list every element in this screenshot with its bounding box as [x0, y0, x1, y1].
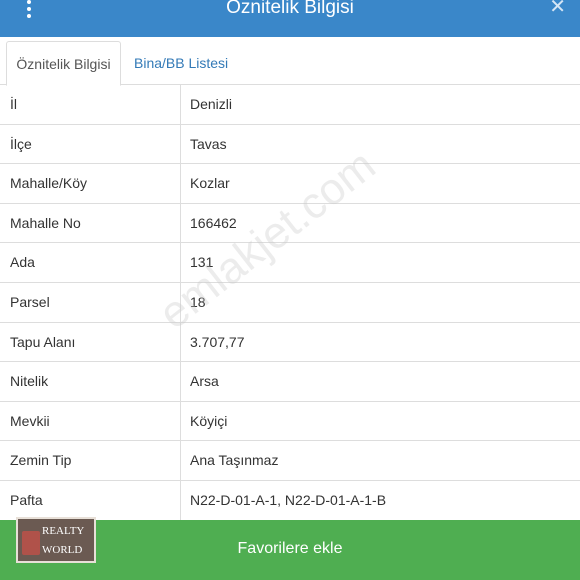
- row-key: Parsel: [0, 282, 181, 322]
- row-key: Mahalle/Köy: [0, 164, 181, 203]
- row-key: Tapu Alanı: [0, 322, 181, 362]
- row-value: 18: [190, 293, 206, 310]
- row-value: 166462: [190, 214, 237, 231]
- row-key: Nitelik: [0, 362, 181, 401]
- table-row: İl Denizli: [0, 85, 580, 125]
- row-value: Köyiçi: [190, 412, 228, 429]
- tab-oznitelik-bilgisi[interactable]: Öznitelik Bilgisi: [6, 41, 121, 86]
- logo-line2: WORLD: [42, 544, 83, 556]
- table-row: Mahalle/Köy Kozlar: [0, 164, 580, 204]
- row-value: N22-D-01-A-1, N22-D-01-A-1-B: [190, 491, 387, 508]
- row-value: Kozlar: [190, 175, 230, 192]
- table-row: Parsel 18: [0, 282, 580, 323]
- row-key: İl: [0, 85, 181, 124]
- dialog-title: Öznitelik Bilgisi: [226, 0, 354, 18]
- row-key: İlçe: [0, 124, 181, 164]
- table-row: Mevkii Köyiçi: [0, 401, 580, 442]
- row-key: Mevkii: [0, 401, 181, 441]
- row-key: Mahalle No: [0, 203, 181, 243]
- table-row: Nitelik Arsa: [0, 362, 580, 402]
- row-value: 131: [190, 254, 214, 271]
- tab-bina-bb-listesi[interactable]: Bina/BB Listesi: [124, 41, 238, 86]
- logo-text: REALTY WORLD: [42, 522, 84, 560]
- row-value: Arsa: [190, 373, 219, 390]
- row-key: Ada: [0, 243, 181, 282]
- logo-line1: REALTY: [42, 525, 85, 537]
- table-row: İlçe Tavas: [0, 124, 580, 165]
- attribute-table: İl Denizli İlçe Tavas Mahalle/Köy Kozlar…: [0, 85, 580, 521]
- table-row: Tapu Alanı 3.707,77: [0, 322, 580, 363]
- table-row: Mahalle No 166462: [0, 203, 580, 244]
- row-value: Denizli: [190, 96, 233, 112]
- table-row: Ada 131: [0, 243, 580, 283]
- realty-world-logo: REALTY WORLD: [16, 517, 96, 563]
- row-key: Zemin Tip: [0, 441, 181, 480]
- table-row: Pafta N22-D-01-A-1, N22-D-01-A-1-B: [0, 480, 580, 521]
- row-value: 3.707,77: [190, 333, 245, 350]
- row-value: Tavas: [190, 135, 227, 152]
- row-key: Pafta: [0, 480, 181, 520]
- row-value: Ana Taşınmaz: [190, 452, 279, 469]
- logo-emblem-icon: [22, 531, 40, 555]
- tab-bar: Öznitelik Bilgisi Bina/BB Listesi: [0, 37, 580, 86]
- dialog-header: Öznitelik Bilgisi ✕: [0, 0, 580, 37]
- table-row: Zemin Tip Ana Taşınmaz: [0, 441, 580, 481]
- close-icon[interactable]: ✕: [549, 0, 566, 20]
